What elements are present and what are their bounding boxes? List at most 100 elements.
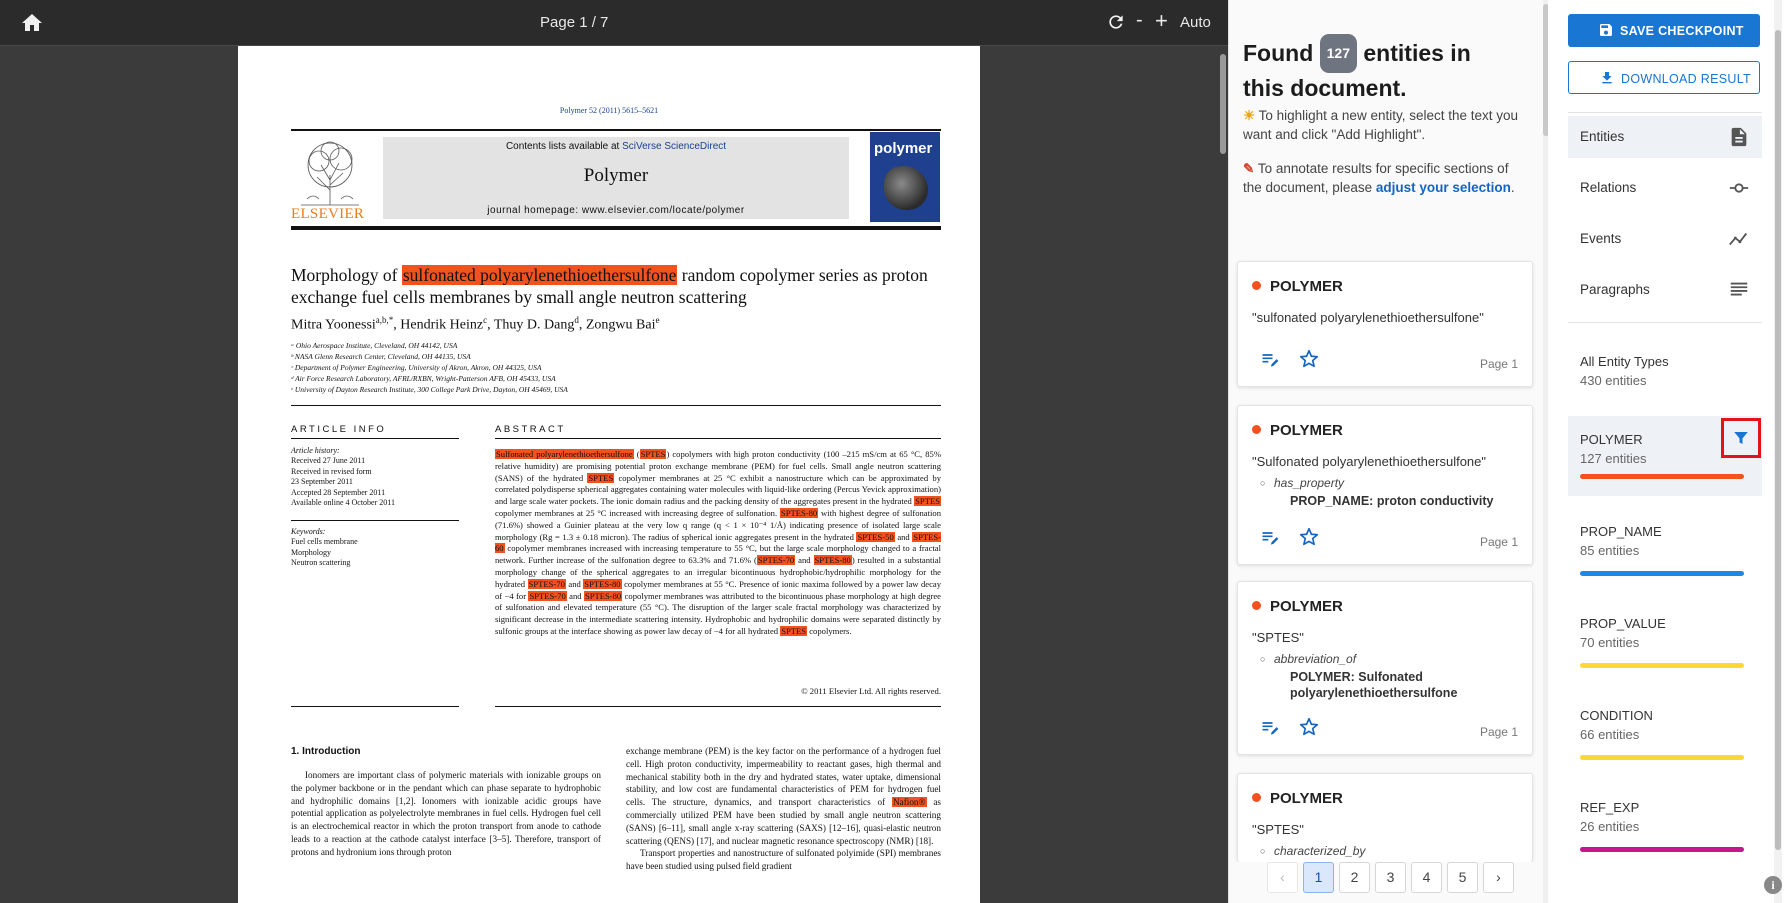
entity-type-ref-exp[interactable]: REF_EXP 26 entities (1568, 784, 1762, 860)
nav-paragraphs[interactable]: Paragraphs (1568, 269, 1762, 311)
contents-line: Contents lists available at SciVerse Sci… (383, 141, 849, 152)
entity-card[interactable]: POLYMER "SPTES" abbreviation_of POLYMER:… (1237, 581, 1533, 755)
nav-events[interactable]: Events (1568, 218, 1762, 260)
hint-text: To highlight a new entity, select the te… (1243, 108, 1519, 142)
info-button[interactable]: i (1764, 876, 1782, 894)
viewer-scrollbar[interactable] (1218, 46, 1228, 903)
viewer-scroll-thumb[interactable] (1220, 54, 1226, 154)
entity-card[interactable]: POLYMER "Sulfonated polyarylenethioether… (1237, 405, 1533, 565)
polymer-filter-button[interactable] (1721, 418, 1761, 458)
entity-highlight[interactable]: SPTES-70 (528, 590, 567, 601)
card-actions (1260, 526, 1320, 548)
nav-entities[interactable]: Entities (1568, 116, 1762, 158)
annotation-app: Page 1 / 7 - + Auto Polymer 52 (2011) 56… (0, 0, 1788, 903)
zoom-out-button[interactable]: - (1136, 9, 1143, 32)
entity-highlight[interactable]: SPTES-80 (583, 578, 622, 589)
entity-type-prop-name[interactable]: PROP_NAME 85 entities (1568, 508, 1762, 584)
page-button[interactable]: 2 (1339, 862, 1370, 893)
entity-highlight[interactable]: SPTES (914, 496, 941, 507)
abstract-segment: and (565, 578, 584, 589)
entity-text: "sulfonated polyarylenethioethersulfone" (1252, 310, 1484, 325)
title-text: Morphology of (291, 265, 402, 285)
entity-color-dot (1252, 601, 1261, 610)
entity-color-dot (1252, 281, 1261, 290)
entity-type-condition[interactable]: CONDITION 66 entities (1568, 692, 1762, 768)
history-line: Available online 4 October 2011 (291, 498, 395, 508)
entity-text: "SPTES" (1252, 630, 1304, 645)
entity-highlight[interactable]: SPTES-80 (813, 555, 852, 566)
page-button[interactable]: 5 (1447, 862, 1478, 893)
zoom-mode-select[interactable]: Auto (1180, 14, 1211, 31)
paragraph-icon (1730, 282, 1748, 296)
filter-icon (1734, 432, 1748, 444)
affiliation-line: ᵇ NASA Glenn Research Center, Cleveland,… (291, 352, 471, 361)
history-line: Received 27 June 2011 (291, 456, 366, 466)
entity-highlight[interactable]: SPTES-70 (756, 555, 796, 566)
keyword: Neutron scattering (291, 558, 351, 568)
relation-label: has_property (1260, 476, 1524, 490)
entity-highlight[interactable]: SPTES-70 (527, 578, 566, 589)
star-icon[interactable] (1298, 348, 1320, 370)
intro-heading: 1. Introduction (291, 746, 361, 757)
entity-highlight[interactable]: sulfonated polyarylenethioethersulfone (401, 265, 678, 285)
entity-highlight[interactable]: Sulfonated polyarylenethioethersulfone (495, 449, 634, 459)
save-icon (1600, 24, 1612, 36)
entity-highlight[interactable]: SPTES (639, 449, 667, 459)
sciencedirect-link[interactable]: SciVerse ScienceDirect (622, 141, 726, 152)
star-icon[interactable] (1298, 526, 1320, 548)
nav-label: Entities (1580, 129, 1625, 144)
star-icon[interactable] (1298, 716, 1320, 738)
keyword: Morphology (291, 547, 331, 557)
entity-type-name: All Entity Types (1580, 354, 1669, 369)
nav-relations[interactable]: Relations (1568, 167, 1762, 209)
article-info-rule (291, 438, 459, 439)
relation-target[interactable]: POLYMER: Sulfonated polyarylenethioether… (1290, 669, 1524, 701)
viewer-toolbar: Page 1 / 7 - + Auto (0, 0, 1228, 46)
download-result-button[interactable]: DOWNLOAD RESULT (1568, 61, 1760, 94)
prev-page-button[interactable]: ‹ (1267, 862, 1298, 893)
entity-highlight[interactable]: SPTES-80 (583, 590, 623, 601)
entity-highlight[interactable]: Nafion® (892, 797, 927, 808)
home-icon[interactable] (20, 11, 44, 35)
sidebar-scrollbar[interactable] (1774, 0, 1782, 903)
journal-cover-image: polymer (870, 132, 940, 222)
save-checkpoint-button[interactable]: SAVE CHECKPOINT (1568, 14, 1760, 47)
entity-type-name: CONDITION (1580, 708, 1653, 723)
entity-type-all[interactable]: All Entity Types 430 entities (1568, 338, 1762, 414)
journal-reference: Polymer 52 (2011) 5615–5621 (559, 106, 659, 115)
page-button[interactable]: 3 (1375, 862, 1406, 893)
entity-highlight[interactable]: SPTES (587, 472, 615, 483)
refresh-icon[interactable] (1106, 12, 1126, 32)
intro-column-left: Ionomers are important class of polymeri… (291, 770, 601, 857)
pdf-page[interactable]: Polymer 52 (2011) 5615–5621 ELSEVIER Con… (238, 46, 980, 903)
copyright-line: © 2011 Elsevier Ltd. All rights reserved… (801, 686, 941, 696)
edit-icon[interactable] (1260, 528, 1280, 548)
edit-icon[interactable] (1260, 350, 1280, 370)
download-result-label: DOWNLOAD RESULT (1621, 72, 1751, 86)
nav-label: Events (1580, 231, 1622, 246)
relation-target[interactable]: PROP_NAME: proton conductivity (1290, 493, 1524, 509)
page-button[interactable]: 1 (1303, 862, 1334, 893)
entity-type-color-bar (1580, 755, 1744, 760)
entity-page: Page 1 (1479, 725, 1518, 739)
entity-card[interactable]: POLYMER "sulfonated polyarylenethioether… (1237, 261, 1533, 387)
found-heading: Found 127 entities in this document. (1243, 34, 1513, 104)
abstract-heading: ABSTRACT (495, 424, 566, 435)
sidebar-scroll-thumb[interactable] (1775, 30, 1781, 850)
entity-type-color-bar (1580, 847, 1744, 852)
page-button[interactable]: 4 (1411, 862, 1442, 893)
entity-highlight[interactable]: SPTES-50 (856, 531, 895, 542)
adjust-selection-link[interactable]: adjust your selection (1376, 180, 1511, 195)
entity-highlight[interactable]: SPTES (780, 625, 808, 636)
entity-card[interactable]: POLYMER "SPTES" characterized_by (1237, 773, 1533, 862)
entity-type-color-bar (1580, 571, 1744, 576)
edit-icon[interactable] (1260, 718, 1280, 738)
entity-type-prop-value[interactable]: PROP_VALUE 70 entities (1568, 600, 1762, 676)
zoom-in-button[interactable]: + (1155, 8, 1168, 34)
banner-rule (291, 226, 941, 230)
entity-highlight[interactable]: SPTES-80 (779, 507, 819, 518)
found-prefix: Found (1243, 40, 1314, 66)
author-affiliation-mark: c (483, 315, 488, 325)
history-line: Accepted 28 September 2011 (291, 487, 386, 497)
next-page-button[interactable]: › (1483, 862, 1514, 893)
